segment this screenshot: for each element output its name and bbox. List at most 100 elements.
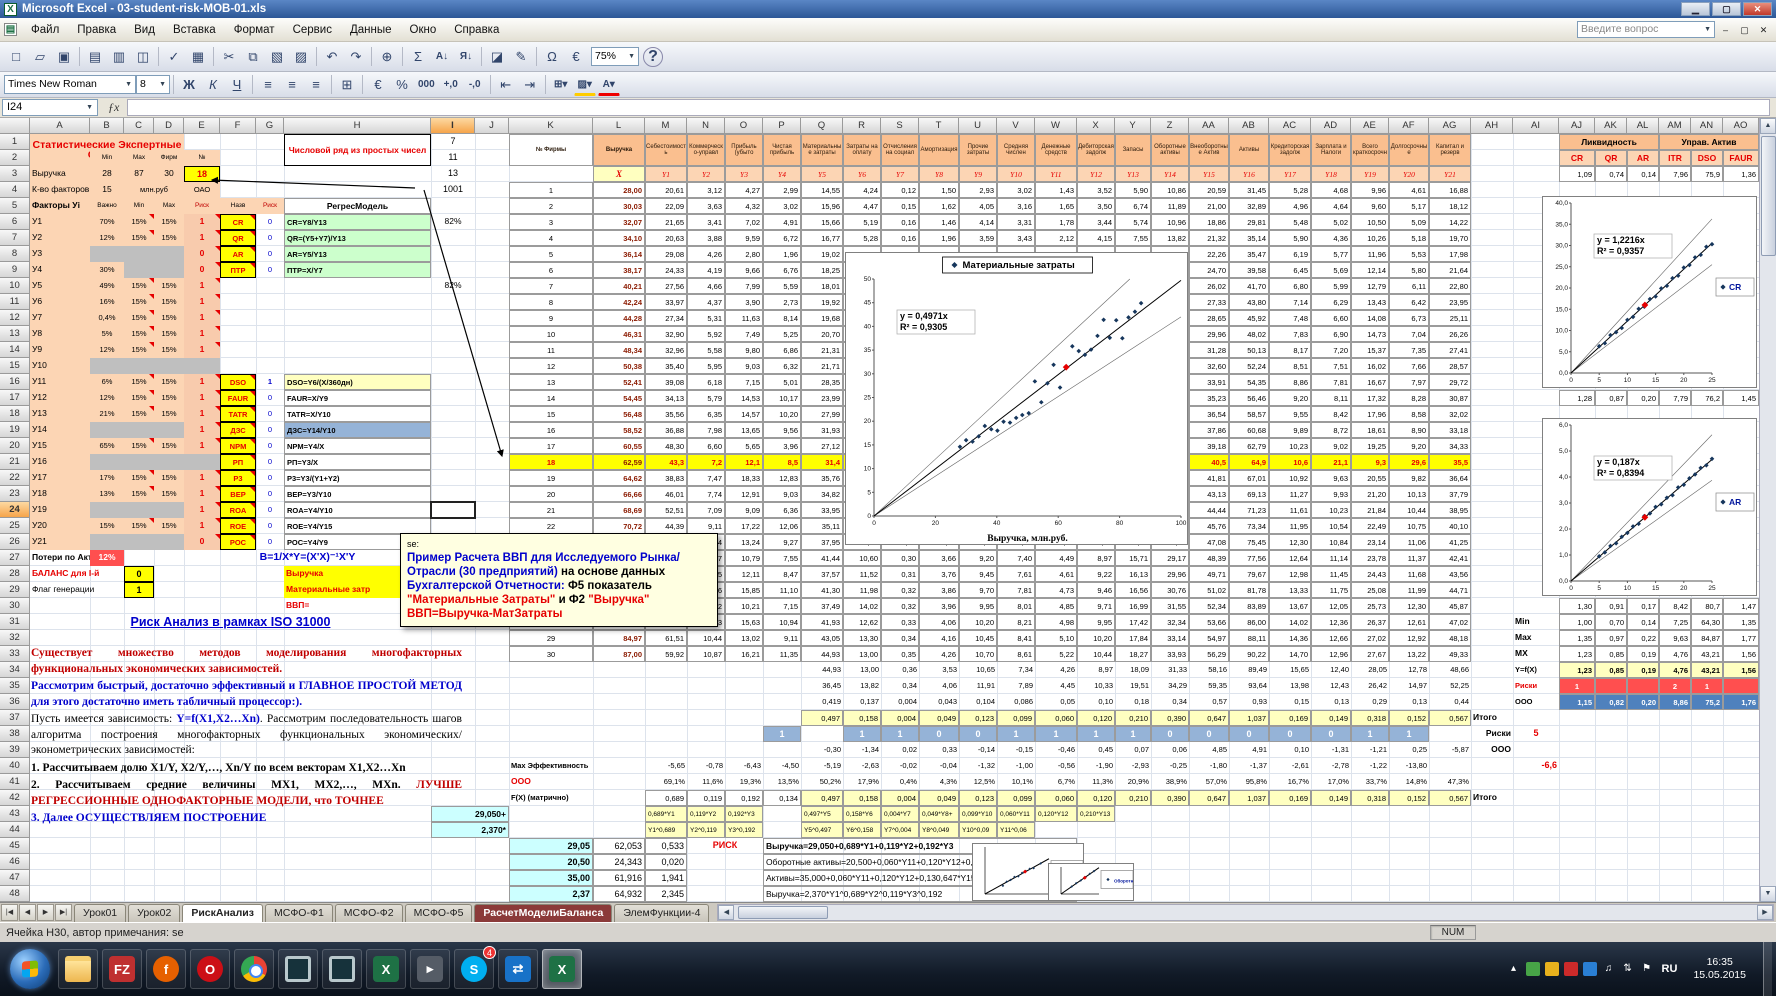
cell-AA26[interactable]: 47,08 xyxy=(1189,534,1229,550)
increase-decimal-icon[interactable]: +,0 xyxy=(440,74,462,96)
cell-U5[interactable]: 4,05 xyxy=(959,198,997,214)
cell-W30[interactable]: 4,85 xyxy=(1035,598,1077,614)
cell-V41[interactable]: 10,1% xyxy=(997,774,1035,790)
cell-Q16[interactable]: 28,35 xyxy=(801,374,843,390)
cell-AE12[interactable]: 14,08 xyxy=(1351,310,1389,326)
cell-AG21[interactable]: 35,5 xyxy=(1429,454,1471,470)
cell-N42[interactable]: 0,119 xyxy=(687,790,725,806)
cell-V37[interactable]: 0,099 xyxy=(997,710,1035,726)
cell-AC20[interactable]: 10,23 xyxy=(1269,438,1311,454)
cell-V28[interactable]: 7,61 xyxy=(997,566,1035,582)
cell-AI34[interactable]: Y=f(X) xyxy=(1513,662,1559,678)
cell-E17[interactable]: 1 xyxy=(184,390,220,406)
cell-O24[interactable]: 9,09 xyxy=(725,502,763,518)
chart-cr[interactable]: 05101520250,05,010,015,020,025,030,035,0… xyxy=(1542,196,1757,388)
cell-AA35[interactable]: 59,35 xyxy=(1189,678,1229,694)
cell-AE26[interactable]: 23,14 xyxy=(1351,534,1389,550)
vertical-scroll-thumb[interactable] xyxy=(1761,136,1776,256)
cell-N12[interactable]: 5,31 xyxy=(687,310,725,326)
cell-B26[interactable] xyxy=(90,534,124,550)
cell-T41[interactable]: 4,3% xyxy=(919,774,959,790)
cell-AE21[interactable]: 9,3 xyxy=(1351,454,1389,470)
cell-AC13[interactable]: 7,83 xyxy=(1269,326,1311,342)
cell-P24[interactable]: 6,36 xyxy=(763,502,801,518)
cell-AG10[interactable]: 22,80 xyxy=(1429,278,1471,294)
sheet-tab-МСФО-Ф2[interactable]: МСФО-Ф2 xyxy=(335,904,403,922)
cell-R36[interactable]: 0,137 xyxy=(843,694,881,710)
cell-Q42[interactable]: 0,497 xyxy=(801,790,843,806)
horizontal-scrollbar[interactable]: ◀▶ xyxy=(717,904,1774,921)
cell-A3[interactable]: Выручка xyxy=(30,166,90,182)
taskbar-item-media-player[interactable]: ▸ xyxy=(410,949,450,989)
cell-A12[interactable]: У7 xyxy=(30,310,90,326)
cell-P6[interactable]: 4,91 xyxy=(763,214,801,230)
cell-C28[interactable]: 0 xyxy=(124,566,154,582)
cell-AL3[interactable]: 0,14 xyxy=(1627,166,1659,182)
cell-AA16[interactable]: 33,91 xyxy=(1189,374,1229,390)
cell-Q20[interactable]: 27,12 xyxy=(801,438,843,454)
cell-V29[interactable]: 7,81 xyxy=(997,582,1035,598)
taskbar-item-teamviewer[interactable]: ⇄ xyxy=(498,949,538,989)
cell-E2[interactable]: № xyxy=(184,150,220,166)
cell-P17[interactable]: 10,17 xyxy=(763,390,801,406)
cell-AC23[interactable]: 11,27 xyxy=(1269,486,1311,502)
cell-AC29[interactable]: 13,33 xyxy=(1269,582,1311,598)
cell-E13[interactable]: 1 xyxy=(184,326,220,342)
cell-AL33[interactable]: 0,19 xyxy=(1627,646,1659,662)
cell-A23[interactable]: У18 xyxy=(30,486,90,502)
cell-Z6[interactable]: 10,96 xyxy=(1151,214,1189,230)
cell-AC41[interactable]: 16,7% xyxy=(1269,774,1311,790)
sheet-tab-РасчетМоделиБаланса[interactable]: РасчетМоделиБаланса xyxy=(474,904,612,922)
cell-W33[interactable]: 5,22 xyxy=(1035,646,1077,662)
cell-D6[interactable]: 15% xyxy=(154,214,184,230)
cell-AE34[interactable]: 28,05 xyxy=(1351,662,1389,678)
cell-Y32[interactable]: 17,84 xyxy=(1115,630,1151,646)
cell-N15[interactable]: 5,95 xyxy=(687,358,725,374)
cell-AC4[interactable]: 5,28 xyxy=(1269,182,1311,198)
cell-B10[interactable]: 49% xyxy=(90,278,124,294)
cell-E10[interactable]: 1 xyxy=(184,278,220,294)
cell-AF42[interactable]: 0,152 xyxy=(1389,790,1429,806)
cell-H19[interactable]: ДЗС=Y14/Y10 xyxy=(284,422,431,438)
row-header-30[interactable]: 30 xyxy=(0,598,30,614)
cell-AD30[interactable]: 12,05 xyxy=(1311,598,1351,614)
cell-W41[interactable]: 6,7% xyxy=(1035,774,1077,790)
cell-Q37[interactable]: 0,497 xyxy=(801,710,843,726)
cell-AG3[interactable]: Y21 xyxy=(1429,166,1471,182)
cell-A14[interactable]: У9 xyxy=(30,342,90,358)
cell-AD26[interactable]: 10,84 xyxy=(1311,534,1351,550)
cell-Q13[interactable]: 20,70 xyxy=(801,326,843,342)
cell-AA12[interactable]: 28,65 xyxy=(1189,310,1229,326)
cell-AB13[interactable]: 48,02 xyxy=(1229,326,1269,342)
cell-X32[interactable]: 10,20 xyxy=(1077,630,1115,646)
cell-P28[interactable]: 8,47 xyxy=(763,566,801,582)
cell-AG30[interactable]: 45,87 xyxy=(1429,598,1471,614)
cell-X27[interactable]: 8,97 xyxy=(1077,550,1115,566)
cell-Z4[interactable]: 10,86 xyxy=(1151,182,1189,198)
cell-D2[interactable]: Фирм xyxy=(154,150,184,166)
cell-AJ3[interactable]: 1,09 xyxy=(1559,166,1595,182)
cell-L7[interactable]: 34,10 xyxy=(593,230,645,246)
row-header-38[interactable]: 38 xyxy=(0,726,30,742)
cell-AB37[interactable]: 1,037 xyxy=(1229,710,1269,726)
column-header-W[interactable]: W xyxy=(1035,118,1077,134)
cell-D10[interactable]: 15% xyxy=(154,278,184,294)
cell-S43[interactable]: 0,004*Y7 xyxy=(881,806,919,822)
cell-Q1[interactable]: Материальные затраты xyxy=(801,134,843,166)
cell-AB9[interactable]: 39,58 xyxy=(1229,262,1269,278)
menu-item-8[interactable]: Справка xyxy=(445,21,508,39)
row-header-21[interactable]: 21 xyxy=(0,454,30,470)
cell-Y31[interactable]: 17,42 xyxy=(1115,614,1151,630)
cell-Y42[interactable]: 0,210 xyxy=(1115,790,1151,806)
cell-R27[interactable]: 10,60 xyxy=(843,550,881,566)
cell-AC3[interactable]: Y17 xyxy=(1269,166,1311,182)
cell-O15[interactable]: 9,03 xyxy=(725,358,763,374)
cell-AE6[interactable]: 10,50 xyxy=(1351,214,1389,230)
cell-Z34[interactable]: 31,33 xyxy=(1151,662,1189,678)
cell-A13[interactable]: У8 xyxy=(30,326,90,342)
cell-A11[interactable]: У6 xyxy=(30,294,90,310)
cell-P40[interactable]: -4,50 xyxy=(763,758,801,774)
cell-Q17[interactable]: 23,99 xyxy=(801,390,843,406)
cell-S44[interactable]: Y7^0,004 xyxy=(881,822,919,838)
fill-color-icon[interactable]: ▨▾ xyxy=(574,74,596,96)
